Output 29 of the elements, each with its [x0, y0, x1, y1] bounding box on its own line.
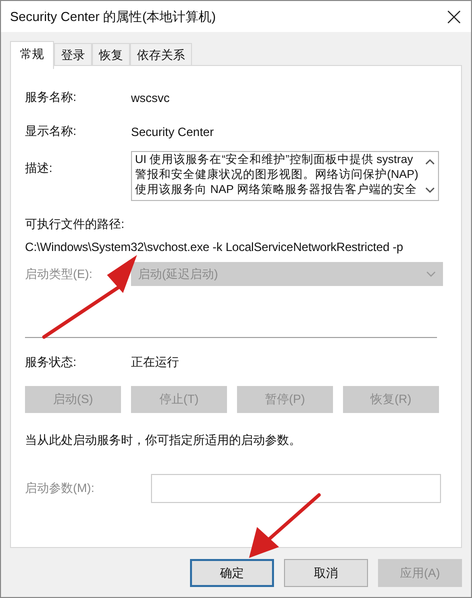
field-label: 显示名称:: [25, 123, 78, 140]
field-label: 描述:: [25, 160, 54, 177]
field-label: 服务状态:: [25, 354, 78, 371]
close-icon[interactable]: [447, 10, 461, 24]
field-value: Security Center: [131, 124, 214, 138]
field-label: 启动类型(E):: [25, 266, 94, 282]
status-value: 正在运行: [131, 354, 179, 371]
scroll-up-icon[interactable]: [425, 158, 435, 165]
dialog-button[interactable]: 确定: [190, 559, 274, 587]
chevron-down-icon: [426, 271, 436, 277]
tab[interactable]: 登录: [54, 43, 92, 65]
window-title: Security Center 的属性(本地计算机): [10, 8, 216, 26]
description-line: 使用该服务向 NAP 网络策略服务器报告客户端的安全: [135, 183, 418, 198]
tab[interactable]: 依存关系: [130, 43, 192, 65]
field-label: 可执行文件的路径:: [25, 216, 126, 233]
description-line: UI 使用该服务在“安全和维护”控制面板中提供 systray: [135, 153, 414, 168]
tab[interactable]: 恢复: [92, 43, 130, 65]
description-line: 警报和安全健康状况的图形视图。网络访问保护(NAP): [135, 168, 419, 183]
path-text: C:\Windows\System32\svchost.exe -k LocalServiceNetworkRestricted -p: [25, 240, 404, 254]
arrow-drawing: [249, 493, 321, 558]
description-box[interactable]: UI 使用该服务在“安全和维护”控制面板中提供 systray 警报和安全健康状况的图形视图。网络访问保护(NAP) 使用该服务向 NAP 网络策略服务器报告客户端的安全: [131, 151, 439, 201]
tab[interactable]: 常规: [10, 41, 54, 69]
hint-text: 当从此处启动服务时，你可指定所适用的启动参数。: [25, 432, 302, 449]
field-value: wscsvc: [131, 90, 170, 104]
scroll-down-icon[interactable]: [425, 187, 435, 194]
start-parameters-field[interactable]: [151, 474, 441, 503]
dialog-button[interactable]: 取消: [284, 559, 368, 587]
field-label: 启动参数(M):: [25, 480, 96, 497]
field-label: 服务名称:: [25, 89, 78, 106]
